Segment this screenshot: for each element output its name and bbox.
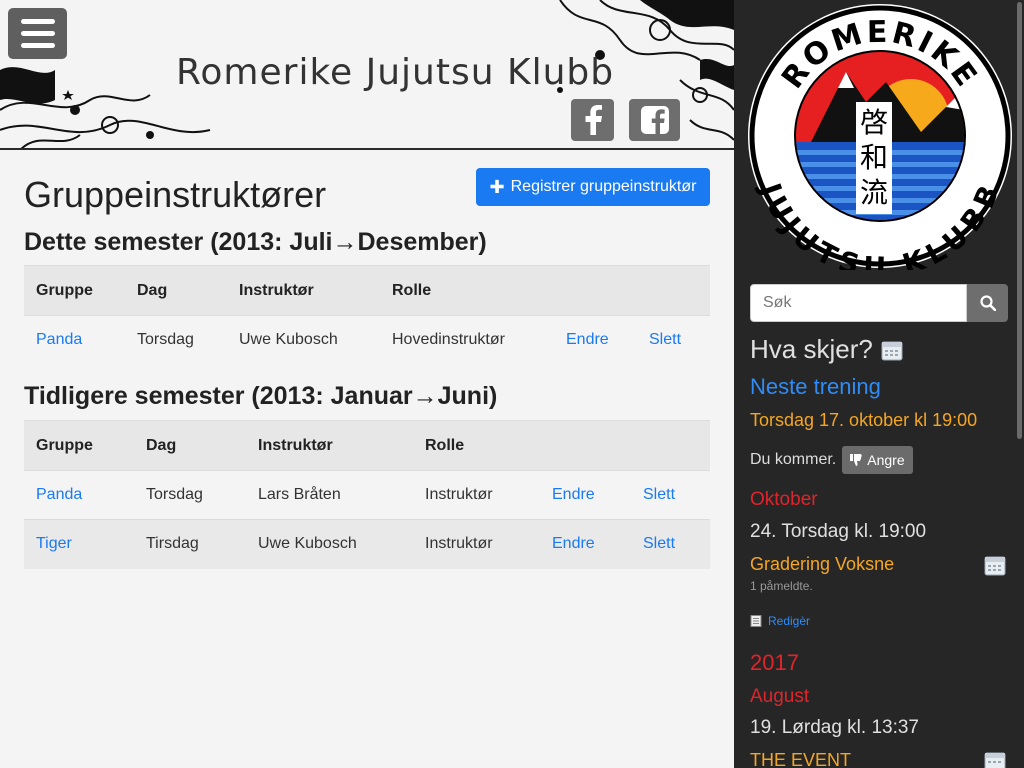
- column-header-rolle: Rolle: [380, 265, 554, 316]
- current-semester-table: Gruppe Dag Instruktør Rolle Panda Torsda…: [24, 265, 710, 365]
- search-input[interactable]: [750, 284, 967, 322]
- add-to-calendar-icon[interactable]: [984, 750, 1006, 768]
- instructor-cell: Uwe Kubosch: [246, 519, 413, 569]
- edit-link[interactable]: Endre: [552, 535, 595, 552]
- day-cell: Torsdag: [125, 315, 227, 365]
- column-header-gruppe: Gruppe: [24, 420, 134, 471]
- role-cell: Instruktør: [413, 470, 540, 520]
- delete-link[interactable]: Slett: [643, 535, 675, 552]
- site-title: Romerike Jujutsu Klubb: [176, 52, 615, 93]
- column-header-rolle: Rolle: [413, 420, 540, 471]
- club-logo[interactable]: 啓 和 流 ROMERIKE JUJUTSU KLUBB: [746, 2, 1014, 270]
- event-edit-link[interactable]: Redigèr: [750, 614, 810, 628]
- search-form: [750, 284, 1008, 322]
- table-header-row: Gruppe Dag Instruktør Rolle: [24, 265, 710, 316]
- register-button-label: Registrer gruppeinstruktør: [510, 178, 697, 195]
- edit-link[interactable]: Endre: [566, 331, 609, 348]
- year-heading: 2017: [750, 650, 799, 675]
- plus-icon: ✚: [489, 176, 505, 197]
- thumbs-down-icon: [850, 454, 862, 466]
- main-content: Gruppeinstruktører ✚ Registrer gruppeins…: [0, 152, 734, 768]
- facebook-square-icon: [640, 106, 669, 134]
- table-row: Panda Torsdag Lars Bråten Instruktør End…: [24, 470, 710, 520]
- event-attendee-count: 1 påmeldte.: [750, 579, 813, 593]
- logo-kanji-3: 流: [860, 176, 888, 209]
- column-header-gruppe: Gruppe: [24, 265, 125, 316]
- event-date: 24. Torsdag kl. 19:00: [750, 521, 927, 542]
- add-to-calendar-icon[interactable]: [984, 554, 1006, 576]
- delete-link[interactable]: Slett: [643, 486, 675, 503]
- group-link[interactable]: Panda: [36, 486, 82, 503]
- undo-attendance-button[interactable]: Angre: [842, 446, 913, 474]
- attendance-text: Du kommer.: [750, 451, 837, 468]
- column-header-instruktor: Instruktør: [246, 420, 413, 471]
- column-header-dag: Dag: [134, 420, 246, 471]
- day-cell: Torsdag: [134, 470, 246, 520]
- next-training-time: Torsdag 17. oktober kl 19:00: [750, 410, 978, 430]
- calendar-icon: [881, 341, 903, 360]
- page-title: Gruppeinstruktører: [24, 174, 327, 215]
- event-title[interactable]: THE EVENT: [750, 750, 851, 768]
- current-semester-title: Dette semester (2013: Juli→Desember): [24, 228, 487, 256]
- group-link[interactable]: Panda: [36, 331, 82, 348]
- event-date: 19. Lørdag kl. 13:37: [750, 717, 919, 738]
- delete-link[interactable]: Slett: [649, 331, 681, 348]
- previous-semester-title: Tidligere semester (2013: Januar→Juni): [24, 382, 498, 410]
- sidebar: 啓 和 流 ROMERIKE JUJUTSU KLUBB Hva skjer? …: [734, 0, 1024, 768]
- next-training-link[interactable]: Neste trening: [750, 374, 881, 400]
- role-cell: Hovedinstruktør: [380, 315, 554, 365]
- table-row: Tiger Tirsdag Uwe Kubosch Instruktør End…: [24, 519, 710, 569]
- group-link[interactable]: Tiger: [36, 535, 72, 552]
- day-cell: Tirsdag: [134, 519, 246, 569]
- edit-link[interactable]: Endre: [552, 486, 595, 503]
- column-header-instruktor: Instruktør: [227, 265, 380, 316]
- sidebar-scrollbar[interactable]: [1017, 2, 1022, 439]
- logo-kanji-1: 啓: [860, 106, 888, 139]
- month-heading: Oktober: [750, 489, 818, 510]
- search-icon: [979, 295, 996, 311]
- column-header-dag: Dag: [125, 265, 227, 316]
- event-title[interactable]: Gradering Voksne: [750, 554, 894, 575]
- table-header-row: Gruppe Dag Instruktør Rolle: [24, 420, 710, 471]
- facebook-page-button[interactable]: [629, 99, 680, 141]
- instructor-cell: Uwe Kubosch: [227, 315, 380, 365]
- logo-kanji-2: 和: [860, 141, 888, 174]
- register-instructor-button[interactable]: ✚ Registrer gruppeinstruktør: [476, 168, 710, 206]
- table-row: Panda Torsdag Uwe Kubosch Hovedinstruktø…: [24, 315, 710, 365]
- facebook-button[interactable]: [571, 99, 614, 141]
- instructor-cell: Lars Bråten: [246, 470, 413, 520]
- document-icon: [750, 615, 762, 627]
- month-heading: August: [750, 686, 810, 707]
- menu-button[interactable]: [8, 8, 67, 59]
- site-header: Romerike Jujutsu Klubb: [0, 0, 734, 150]
- attendance-status: Du kommer. Angre: [750, 446, 913, 474]
- search-button[interactable]: [967, 284, 1008, 322]
- role-cell: Instruktør: [413, 519, 540, 569]
- previous-semester-table: Gruppe Dag Instruktør Rolle Panda Torsda…: [24, 420, 710, 569]
- sidebar-heading: Hva skjer?: [750, 334, 903, 365]
- facebook-icon: [585, 105, 602, 135]
- hamburger-menu-icon: [20, 19, 55, 24]
